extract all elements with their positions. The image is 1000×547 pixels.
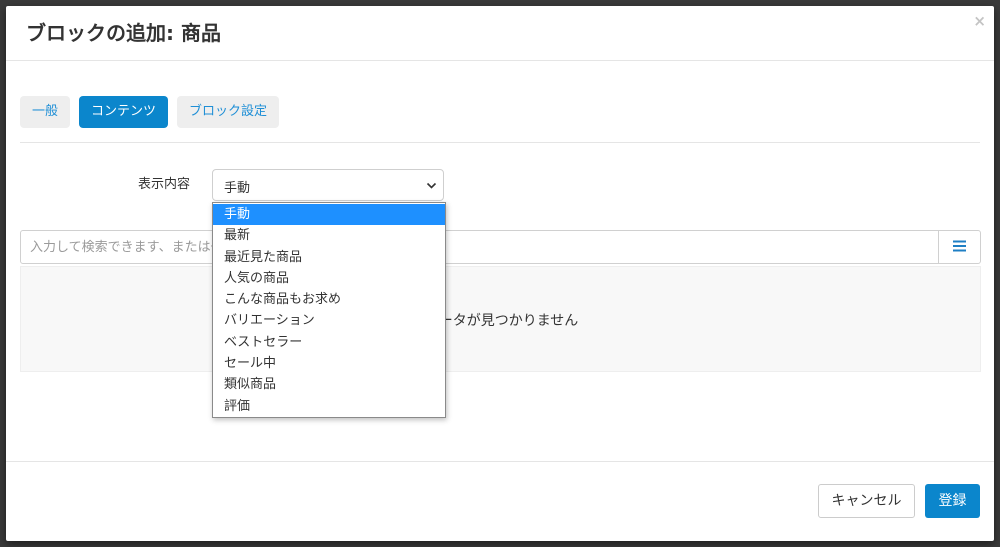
dropdown-option[interactable]: 評価 [213, 396, 445, 417]
tab-bar: 一般 コンテンツ ブロック設定 [20, 96, 288, 128]
tab-divider [20, 142, 980, 143]
dropdown-option[interactable]: こんな商品もお求め [213, 289, 445, 310]
dropdown-option[interactable]: 手動 [213, 204, 445, 226]
dropdown-option[interactable]: 最近見た商品 [213, 247, 445, 268]
select-value: 手動 [224, 181, 251, 196]
list-button[interactable] [938, 231, 980, 263]
chevron-down-icon [426, 182, 437, 189]
tab-block-settings[interactable]: ブロック設定 [177, 96, 280, 128]
search-input[interactable] [21, 231, 939, 263]
tab-content[interactable]: コンテンツ [79, 96, 169, 128]
display-content-label: 表示内容 [137, 177, 190, 192]
cancel-button[interactable]: キャンセル [818, 484, 915, 518]
dropdown-option[interactable]: ベストセラー [213, 332, 445, 353]
display-content-dropdown: 手動 最新 最近見た商品 人気の商品 こんな商品もお求め バリエーション ベスト… [212, 202, 446, 418]
dropdown-option[interactable]: 類似商品 [213, 374, 445, 395]
display-content-select[interactable]: 手動 [212, 169, 444, 201]
empty-message: データが見つかりません [424, 313, 579, 329]
close-icon[interactable]: × [973, 12, 986, 30]
modal-header: ブロックの追加: 商品 × [6, 6, 994, 61]
dropdown-option[interactable]: バリエーション [213, 310, 445, 331]
tab-general[interactable]: 一般 [20, 96, 71, 128]
footer-divider [6, 461, 994, 462]
results-panel: データが見つかりません [20, 266, 981, 372]
dropdown-option[interactable]: セール中 [213, 353, 445, 374]
list-icon [953, 240, 966, 252]
add-block-modal: ブロックの追加: 商品 × 一般 コンテンツ ブロック設定 表示内容 手動 デー… [6, 6, 994, 541]
submit-button[interactable]: 登録 [925, 484, 980, 518]
search-bar [20, 230, 981, 264]
dropdown-option[interactable]: 最新 [213, 225, 445, 246]
dropdown-option[interactable]: 人気の商品 [213, 268, 445, 289]
modal-title: ブロックの追加: 商品 [26, 21, 221, 45]
